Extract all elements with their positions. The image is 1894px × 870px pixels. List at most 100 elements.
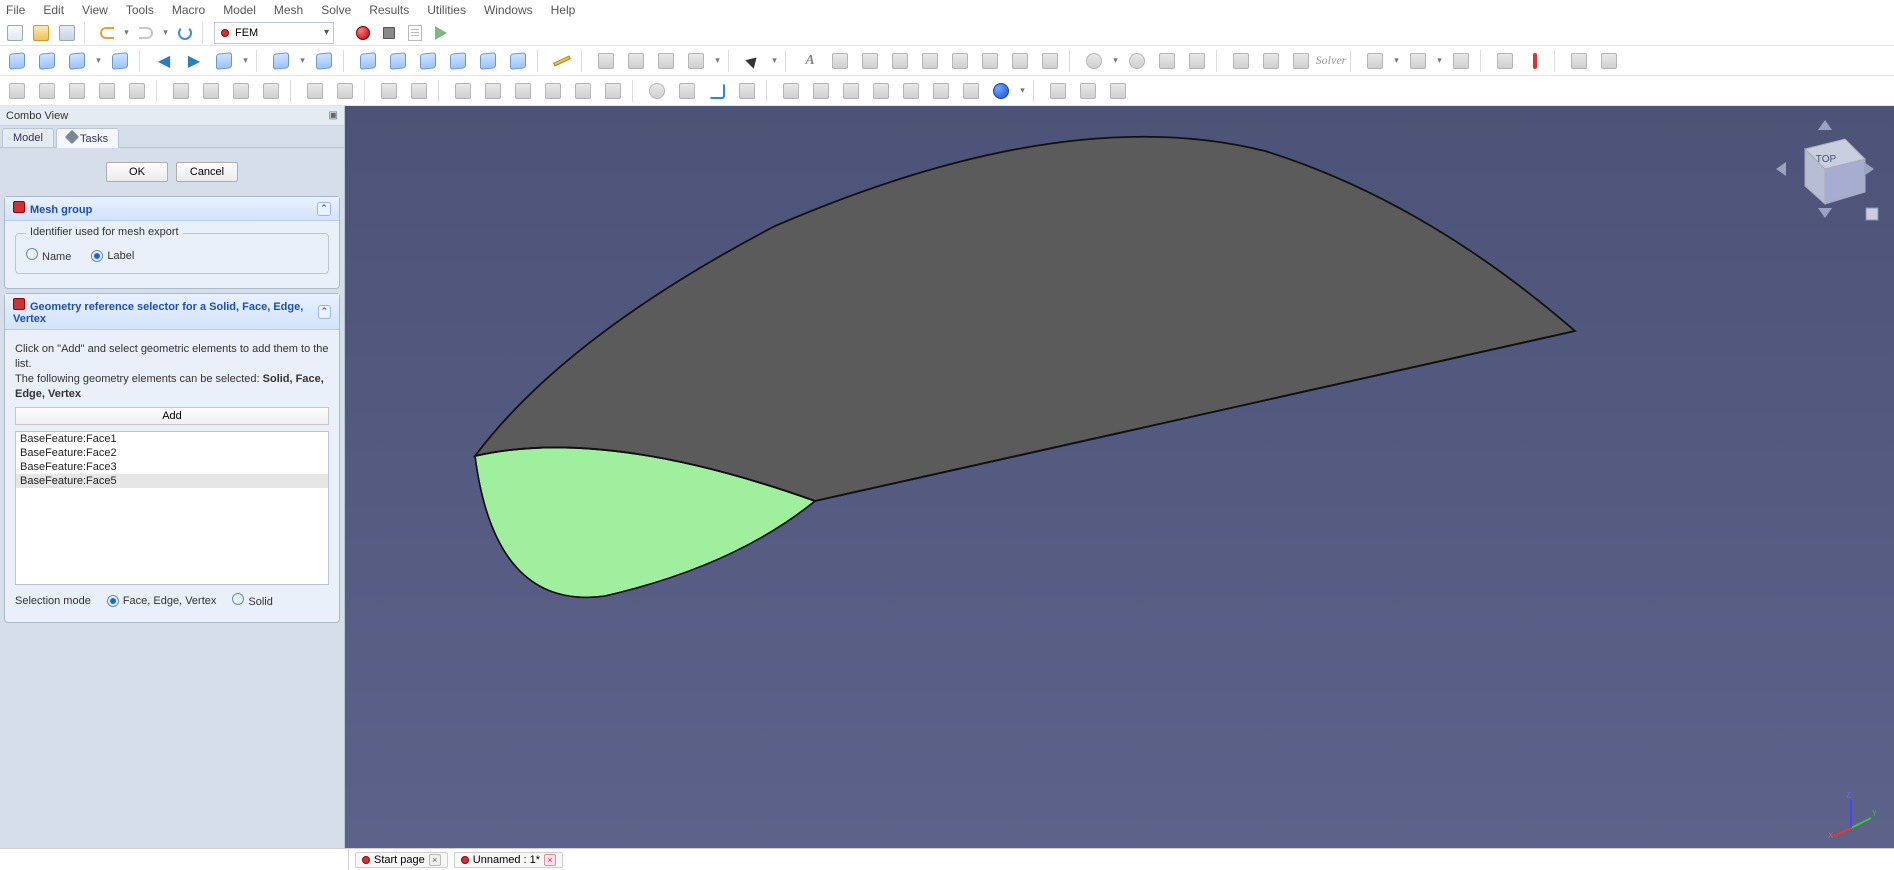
t3-mesh-order[interactable] [570, 78, 596, 104]
gear1-button[interactable] [1081, 48, 1107, 74]
wave-button[interactable] [1184, 48, 1210, 74]
link-button[interactable] [211, 48, 237, 74]
refresh-button[interactable] [174, 22, 196, 44]
link-dropdown[interactable]: ▾ [241, 50, 250, 72]
t3-loop[interactable] [704, 78, 730, 104]
t3-6[interactable] [168, 78, 194, 104]
t3-post6[interactable] [928, 78, 954, 104]
t3-9[interactable] [258, 78, 284, 104]
material-nonlinear-button[interactable] [887, 48, 913, 74]
t3-1[interactable] [4, 78, 30, 104]
gear1-dropdown[interactable]: ▾ [1111, 50, 1120, 72]
clipping-button[interactable] [64, 48, 90, 74]
t3-13[interactable] [406, 78, 432, 104]
t3-sphere-style[interactable] [988, 78, 1014, 104]
t3-mesh-region[interactable] [510, 78, 536, 104]
mesh3-button[interactable] [1448, 48, 1474, 74]
geometry-listbox[interactable]: BaseFeature:Face1 BaseFeature:Face2 Base… [15, 431, 329, 585]
open-doc-button[interactable] [30, 22, 52, 44]
pipeline-button[interactable] [1566, 48, 1592, 74]
undo-dropdown[interactable]: ▾ [122, 22, 131, 44]
menu-edit[interactable]: Edit [43, 3, 64, 17]
panel-pin[interactable]: ▣ [329, 110, 338, 121]
save-doc-button[interactable] [56, 22, 78, 44]
results-purge-button[interactable] [1492, 48, 1518, 74]
t3-8[interactable] [228, 78, 254, 104]
material-fluid-button[interactable] [857, 48, 883, 74]
redo-button[interactable] [135, 22, 157, 44]
t3-5[interactable] [124, 78, 150, 104]
mesh2-dropdown[interactable]: ▾ [1435, 50, 1444, 72]
menu-file[interactable]: File [6, 3, 25, 17]
nav-right-button[interactable]: ▶ [181, 48, 207, 74]
group-button[interactable] [623, 48, 649, 74]
left-view-button[interactable] [505, 48, 531, 74]
t3-post2[interactable] [808, 78, 834, 104]
macro-stop-button[interactable] [378, 22, 400, 44]
link-ops-dropdown[interactable]: ▾ [713, 50, 722, 72]
t3-clip-x[interactable] [674, 78, 700, 104]
iso-view-button[interactable] [311, 48, 337, 74]
top-view-button[interactable] [385, 48, 411, 74]
material-solid-button[interactable] [827, 48, 853, 74]
macro-run-button[interactable] [430, 22, 452, 44]
menu-windows[interactable]: Windows [484, 3, 533, 17]
t3-post5[interactable] [898, 78, 924, 104]
t3-mesh-group[interactable] [540, 78, 566, 104]
menu-model[interactable]: Model [223, 3, 256, 17]
menu-solve[interactable]: Solve [321, 3, 351, 17]
tab-tasks[interactable]: Tasks [56, 128, 119, 148]
t3-post7[interactable] [958, 78, 984, 104]
bounding-button[interactable] [107, 48, 133, 74]
collapse-button[interactable]: ⌃ [318, 305, 331, 319]
redo-dropdown[interactable]: ▾ [161, 22, 170, 44]
collapse-button[interactable]: ⌃ [317, 202, 331, 216]
measure-button[interactable] [549, 48, 575, 74]
macro-record-button[interactable] [352, 22, 374, 44]
t3-grid[interactable] [734, 78, 760, 104]
list-item[interactable]: BaseFeature:Face2 [16, 446, 328, 460]
contact-button[interactable] [1288, 48, 1314, 74]
beam-section-button[interactable] [917, 48, 943, 74]
displacement-button[interactable] [1258, 48, 1284, 74]
list-item[interactable]: BaseFeature:Face5 [16, 474, 328, 488]
menu-mesh[interactable]: Mesh [274, 3, 303, 17]
gear2-button[interactable] [1124, 48, 1150, 74]
mesh1-dropdown[interactable]: ▾ [1392, 50, 1401, 72]
right-view-button[interactable] [415, 48, 441, 74]
t3-7[interactable] [198, 78, 224, 104]
t3-11[interactable] [332, 78, 358, 104]
t3-12[interactable] [376, 78, 402, 104]
workbench-selector[interactable]: FEM [214, 22, 334, 44]
cursor-dropdown[interactable]: ▾ [770, 50, 779, 72]
cancel-button[interactable]: Cancel [176, 162, 238, 182]
new-doc-button[interactable] [4, 22, 26, 44]
t3-3[interactable] [64, 78, 90, 104]
t3-mesh-refine[interactable] [600, 78, 626, 104]
menu-utilities[interactable]: Utilities [427, 3, 466, 17]
zoom-button[interactable] [268, 48, 294, 74]
front-view-button[interactable] [355, 48, 381, 74]
fixed-button[interactable] [1228, 48, 1254, 74]
part-button[interactable] [593, 48, 619, 74]
3d-viewport[interactable]: TOP Y Z X [345, 106, 1894, 848]
t3-sphere-dropdown[interactable]: ▾ [1018, 80, 1027, 102]
radio-solid[interactable]: Solid [232, 593, 272, 608]
t3-result1[interactable] [1045, 78, 1071, 104]
solver-button[interactable]: Solver [1318, 48, 1344, 74]
t3-result2[interactable] [1075, 78, 1101, 104]
fit-all-button[interactable] [4, 48, 30, 74]
pipeline2-button[interactable] [1596, 48, 1622, 74]
cursor-button[interactable] [740, 48, 766, 74]
zoom-dropdown[interactable]: ▾ [298, 50, 307, 72]
menu-help[interactable]: Help [551, 3, 576, 17]
t3-10[interactable] [302, 78, 328, 104]
constraint-em-button[interactable] [1037, 48, 1063, 74]
bottom-view-button[interactable] [475, 48, 501, 74]
tab-document[interactable]: Unnamed : 1* × [454, 852, 563, 868]
link-make-button[interactable] [653, 48, 679, 74]
menu-tools[interactable]: Tools [126, 3, 154, 17]
t3-4[interactable] [94, 78, 120, 104]
tab-model[interactable]: Model [2, 128, 54, 147]
beam-rotation-button[interactable] [1007, 48, 1033, 74]
